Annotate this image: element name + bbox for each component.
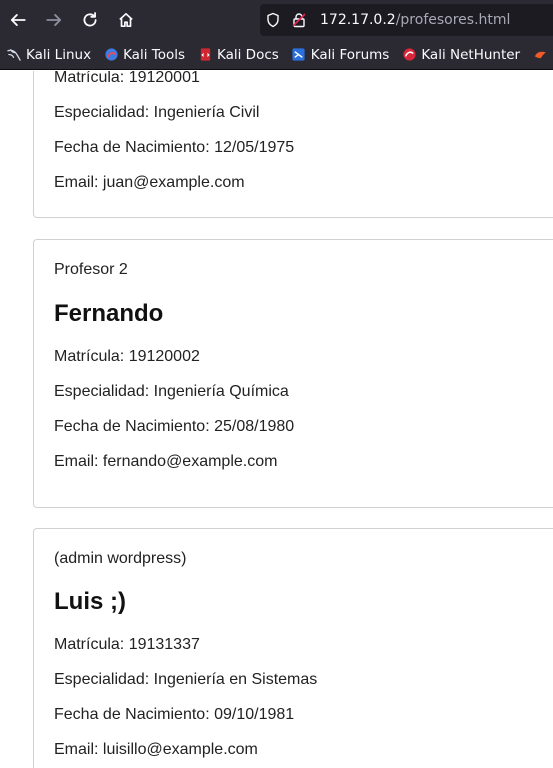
bookmark-exploit-db[interactable]: E [532,47,553,63]
page-content: Matrícula: 19120001 Especialidad: Ingeni… [0,71,553,768]
profesor-nombre: Luis ;) [54,588,126,615]
home-button[interactable] [108,0,144,40]
url-path: /profesores.html [395,12,511,28]
forward-arrow-icon [46,14,62,26]
profesor-card: Profesor 2 Fernando Matrícula: 19120002 … [33,239,553,508]
email-text: Email: juan@example.com [54,174,245,191]
url-text[interactable]: 172.17.0.2/profesores.html [320,12,510,28]
bookmark-kali-linux[interactable]: Kali Linux [6,47,91,63]
kali-tools-icon [103,47,119,63]
especialidad-text: Especialidad: Ingeniería en Sistemas [54,671,318,688]
profesor-nombre: Fernando [54,300,164,327]
fecha-nacimiento-text: Fecha de Nacimiento: 09/10/1981 [54,706,295,723]
matricula-text: Matrícula: 19131337 [54,636,200,653]
back-button[interactable] [0,0,36,40]
especialidad-text: Especialidad: Ingeniería Civil [54,104,260,121]
profesor-header: (admin wordpress) [54,550,187,567]
bookmark-label: Kali Tools [123,46,185,63]
insecure-lock-icon[interactable] [286,4,312,36]
matricula-text: Matrícula: 19120001 [54,71,200,86]
bookmarks-toolbar: Kali Linux Kali Tools Kali Docs Kali For… [0,40,553,70]
kali-docs-icon [197,47,213,63]
profesor-card: (admin wordpress) Luis ;) Matrícula: 191… [33,528,553,768]
kali-forums-icon [291,47,307,63]
bookmark-kali-tools[interactable]: Kali Tools [103,47,185,63]
bookmark-kali-nethunter[interactable]: Kali NetHunter [401,47,520,63]
especialidad-text: Especialidad: Ingeniería Química [54,383,289,400]
url-host: 172.17.0.2 [320,12,396,28]
home-icon [119,12,133,28]
bookmark-label: Kali Forums [310,46,390,63]
back-arrow-icon [10,14,26,26]
bookmark-kali-forums[interactable]: Kali Forums [291,46,390,63]
bookmark-label: Kali NetHunter [421,46,521,63]
kali-dragon-icon [6,47,22,63]
kali-nethunter-icon [401,47,417,63]
profesor-card: Matrícula: 19120001 Especialidad: Ingeni… [33,71,553,218]
email-text: Email: luisillo@example.com [54,741,258,758]
profesor-header: Profesor 2 [54,261,128,278]
bookmark-label: Kali Docs [217,46,279,63]
tracking-protection-icon[interactable] [260,4,286,36]
forward-button[interactable] [36,0,72,40]
exploit-db-icon [532,47,548,63]
email-text: Email: fernando@example.com [54,453,278,470]
matricula-text: Matrícula: 19120002 [54,348,200,365]
bookmark-label: Kali Linux [26,46,92,63]
bookmark-kali-docs[interactable]: Kali Docs [197,47,279,63]
address-bar[interactable]: 172.17.0.2/profesores.html [260,4,553,36]
reload-icon [83,12,97,27]
browser-toolbar: 172.17.0.2/profesores.html [0,0,553,40]
fecha-nacimiento-text: Fecha de Nacimiento: 25/08/1980 [54,418,295,435]
fecha-nacimiento-text: Fecha de Nacimiento: 12/05/1975 [54,139,295,156]
reload-button[interactable] [72,0,108,40]
